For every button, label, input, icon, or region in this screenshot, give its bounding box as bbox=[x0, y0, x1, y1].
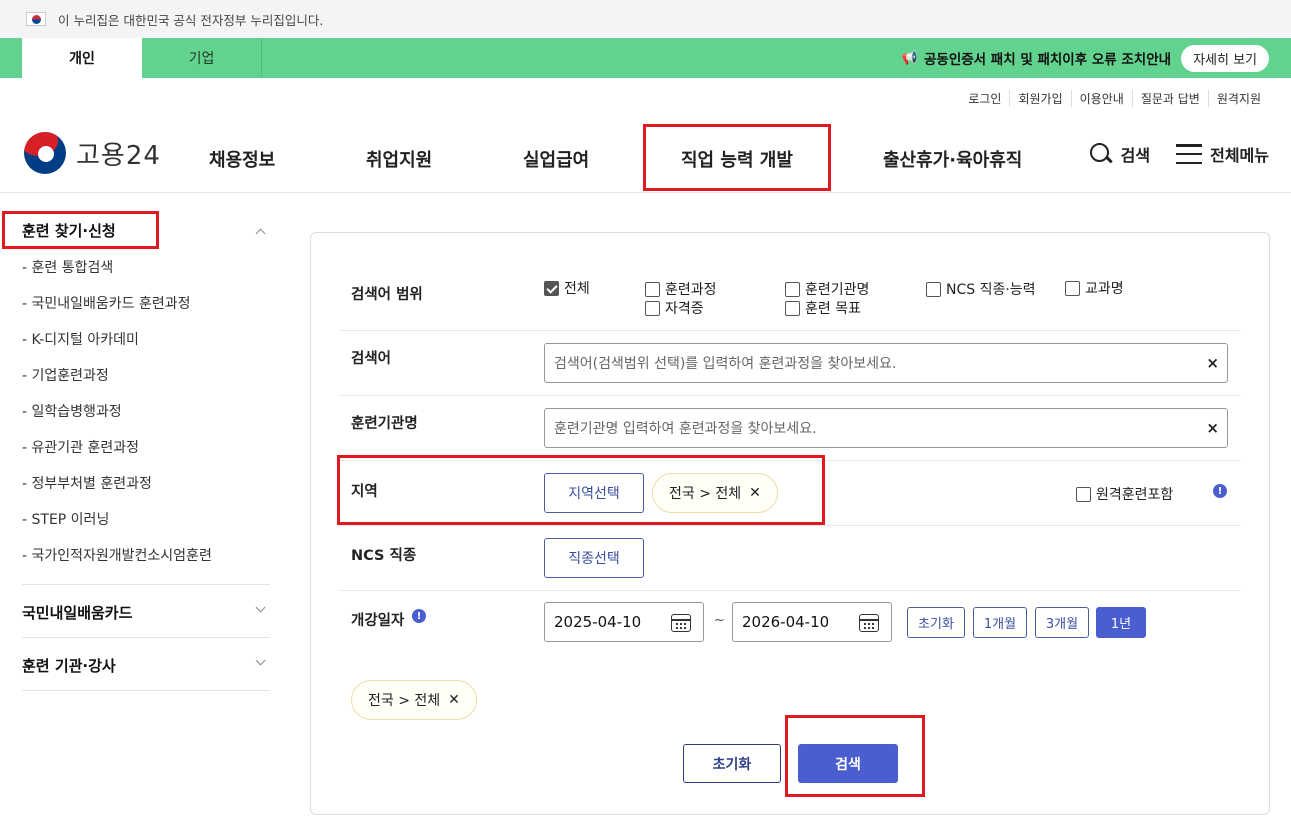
signup-link[interactable]: 회원가입 bbox=[1009, 89, 1070, 107]
sidebar-section-card[interactable]: 국민내일배움카드 bbox=[22, 602, 132, 623]
menu-unemployment-benefit[interactable]: 실업급여 bbox=[523, 146, 589, 172]
scope-checkbox-certificate[interactable]: 자격증 bbox=[645, 298, 704, 318]
tab-company[interactable]: 기업 bbox=[142, 38, 262, 78]
sidebar-item-card-courses[interactable]: - 국민내일배움카드 훈련과정 bbox=[22, 293, 191, 313]
ncs-label: NCS 직종 bbox=[351, 548, 417, 564]
sidebar-divider bbox=[22, 637, 270, 638]
highlight-box-region bbox=[337, 455, 825, 525]
menu-hamburger-icon[interactable] bbox=[1176, 144, 1203, 164]
keyword-label: 검색어 bbox=[351, 351, 392, 367]
sidebar-item-related-agency[interactable]: - 유관기관 훈련과정 bbox=[22, 437, 139, 457]
main-header: 고용24 채용정보 취업지원 실업급여 직업 능력 개발 출산휴가·육아휴직 검… bbox=[0, 118, 1291, 193]
keyword-input[interactable]: 검색어(검색범위 선택)를 입력하여 훈련과정을 찾아보세요. × bbox=[544, 343, 1228, 383]
header-tools: 검색 전체메뉴 bbox=[1089, 142, 1269, 166]
sidebar-section-institutions[interactable]: 훈련 기관·강사 bbox=[22, 655, 116, 676]
notice-banner: 📢 공동인증서 패치 및 패치이후 오류 조치안내 자세히 보기 bbox=[902, 38, 1269, 78]
institution-placeholder: 훈련기관명 입력하여 훈련과정을 찾아보세요. bbox=[554, 421, 817, 437]
selected-condition-label: 전국 > 전체 bbox=[368, 693, 441, 709]
clear-icon[interactable]: × bbox=[1206, 419, 1219, 437]
keyword-placeholder: 검색어(검색범위 선택)를 입력하여 훈련과정을 찾아보세요. bbox=[554, 356, 897, 372]
taegeuk-logo-icon bbox=[24, 132, 66, 174]
header-search-label[interactable]: 검색 bbox=[1121, 142, 1150, 166]
scope-checkbox-subject[interactable]: 교과명 bbox=[1065, 278, 1124, 298]
notice-text: 공동인증서 패치 및 패치이후 오류 조치안내 bbox=[924, 52, 1172, 68]
megaphone-icon: 📢 bbox=[901, 50, 918, 66]
scope-checkbox-all[interactable]: 전체 bbox=[544, 278, 590, 298]
chevron-down-icon[interactable] bbox=[255, 604, 265, 614]
row-divider bbox=[339, 525, 1241, 526]
row-divider bbox=[339, 330, 1241, 331]
row-divider bbox=[339, 395, 1241, 396]
sidebar-item-integrated-search[interactable]: - 훈련 통합검색 bbox=[22, 257, 113, 277]
date-to-input[interactable]: 2026-04-10 bbox=[732, 602, 892, 642]
date-from-value: 2025-04-10 bbox=[554, 613, 642, 631]
date-separator: ~ bbox=[714, 613, 725, 628]
menu-jobs[interactable]: 채용정보 bbox=[209, 146, 275, 172]
period-1month-button[interactable]: 1개월 bbox=[973, 607, 1027, 638]
period-3month-button[interactable]: 3개월 bbox=[1035, 607, 1089, 638]
ncs-select-button[interactable]: 직종선택 bbox=[544, 538, 644, 578]
highlight-box-menu bbox=[643, 124, 831, 191]
chevron-up-icon[interactable] bbox=[255, 226, 265, 236]
remote-support-link[interactable]: 원격지원 bbox=[1207, 89, 1269, 107]
remove-icon[interactable]: ✕ bbox=[448, 692, 460, 708]
guide-link[interactable]: 이용안내 bbox=[1070, 89, 1132, 107]
sidebar-item-step[interactable]: - STEP 이러닝 bbox=[22, 509, 109, 529]
logo-text: 고용24 bbox=[76, 140, 161, 171]
scope-checkbox-ncs[interactable]: NCS 직종·능력 bbox=[926, 279, 1036, 299]
date-to-value: 2026-04-10 bbox=[742, 613, 830, 631]
sidebar-divider bbox=[22, 690, 270, 691]
scope-checkbox-course[interactable]: 훈련과정 bbox=[645, 279, 717, 299]
calendar-icon[interactable] bbox=[859, 614, 879, 632]
login-link[interactable]: 로그인 bbox=[960, 90, 1009, 107]
notice-more-button[interactable]: 자세히 보기 bbox=[1181, 44, 1269, 72]
user-type-tabbar: 개인 기업 📢 공동인증서 패치 및 패치이후 오류 조치안내 자세히 보기 bbox=[0, 38, 1291, 78]
info-icon[interactable]: ! bbox=[412, 609, 426, 623]
search-icon[interactable] bbox=[1089, 142, 1113, 166]
date-from-input[interactable]: 2025-04-10 bbox=[544, 602, 704, 642]
gov-banner-text: 이 누리집은 대한민국 공식 전자정부 누리집입니다. bbox=[58, 12, 324, 28]
tab-personal[interactable]: 개인 bbox=[22, 38, 142, 78]
info-icon[interactable]: ! bbox=[1213, 484, 1227, 498]
clear-icon[interactable]: × bbox=[1206, 354, 1219, 372]
all-menu-label[interactable]: 전체메뉴 bbox=[1210, 142, 1269, 166]
reset-button[interactable]: 초기화 bbox=[683, 744, 781, 783]
period-1year-button[interactable]: 1년 bbox=[1096, 607, 1146, 638]
scope-label: 검색어 범위 bbox=[351, 287, 423, 303]
utility-links: 로그인 회원가입 이용안내 질문과 답변 원격지원 bbox=[0, 78, 1291, 118]
row-divider bbox=[339, 590, 1241, 591]
search-form-panel: 검색어 범위 전체 훈련과정 훈련기관명 NCS 직종·능력 교과명 자격증 훈… bbox=[310, 232, 1270, 815]
highlight-box-sidebar bbox=[2, 211, 159, 249]
sidebar-item-consortium[interactable]: - 국가인적자원개발컨소시엄훈련 bbox=[22, 545, 212, 565]
institution-input[interactable]: 훈련기관명 입력하여 훈련과정을 찾아보세요. × bbox=[544, 408, 1228, 448]
highlight-box-search bbox=[785, 715, 925, 797]
sidebar-divider bbox=[22, 584, 270, 585]
sidebar-item-work-learning[interactable]: - 일학습병행과정 bbox=[22, 401, 122, 421]
qna-link[interactable]: 질문과 답변 bbox=[1131, 89, 1208, 107]
institution-label: 훈련기관명 bbox=[351, 416, 418, 432]
menu-parental-leave[interactable]: 출산휴가·육아휴직 bbox=[883, 146, 1022, 172]
scope-checkbox-goal[interactable]: 훈련 목표 bbox=[785, 298, 861, 318]
selected-condition-chip[interactable]: 전국 > 전체 ✕ bbox=[351, 680, 477, 720]
site-logo[interactable]: 고용24 bbox=[24, 132, 161, 174]
chevron-down-icon[interactable] bbox=[255, 657, 265, 667]
period-reset-button[interactable]: 초기화 bbox=[907, 607, 965, 638]
korea-flag-icon bbox=[26, 12, 46, 26]
sidebar-item-k-digital[interactable]: - K-디지털 아카데미 bbox=[22, 329, 139, 349]
calendar-icon[interactable] bbox=[671, 614, 691, 632]
menu-employment-support[interactable]: 취업지원 bbox=[366, 146, 432, 172]
remote-training-checkbox[interactable]: 원격훈련포함 bbox=[1076, 484, 1173, 504]
sidebar-item-corporate[interactable]: - 기업훈련과정 bbox=[22, 365, 109, 385]
gov-banner: 이 누리집은 대한민국 공식 전자정부 누리집입니다. bbox=[0, 0, 1291, 38]
sidebar-item-government[interactable]: - 정부부처별 훈련과정 bbox=[22, 473, 152, 493]
start-date-label: 개강일자 bbox=[351, 613, 405, 629]
scope-checkbox-institution[interactable]: 훈련기관명 bbox=[785, 279, 869, 299]
